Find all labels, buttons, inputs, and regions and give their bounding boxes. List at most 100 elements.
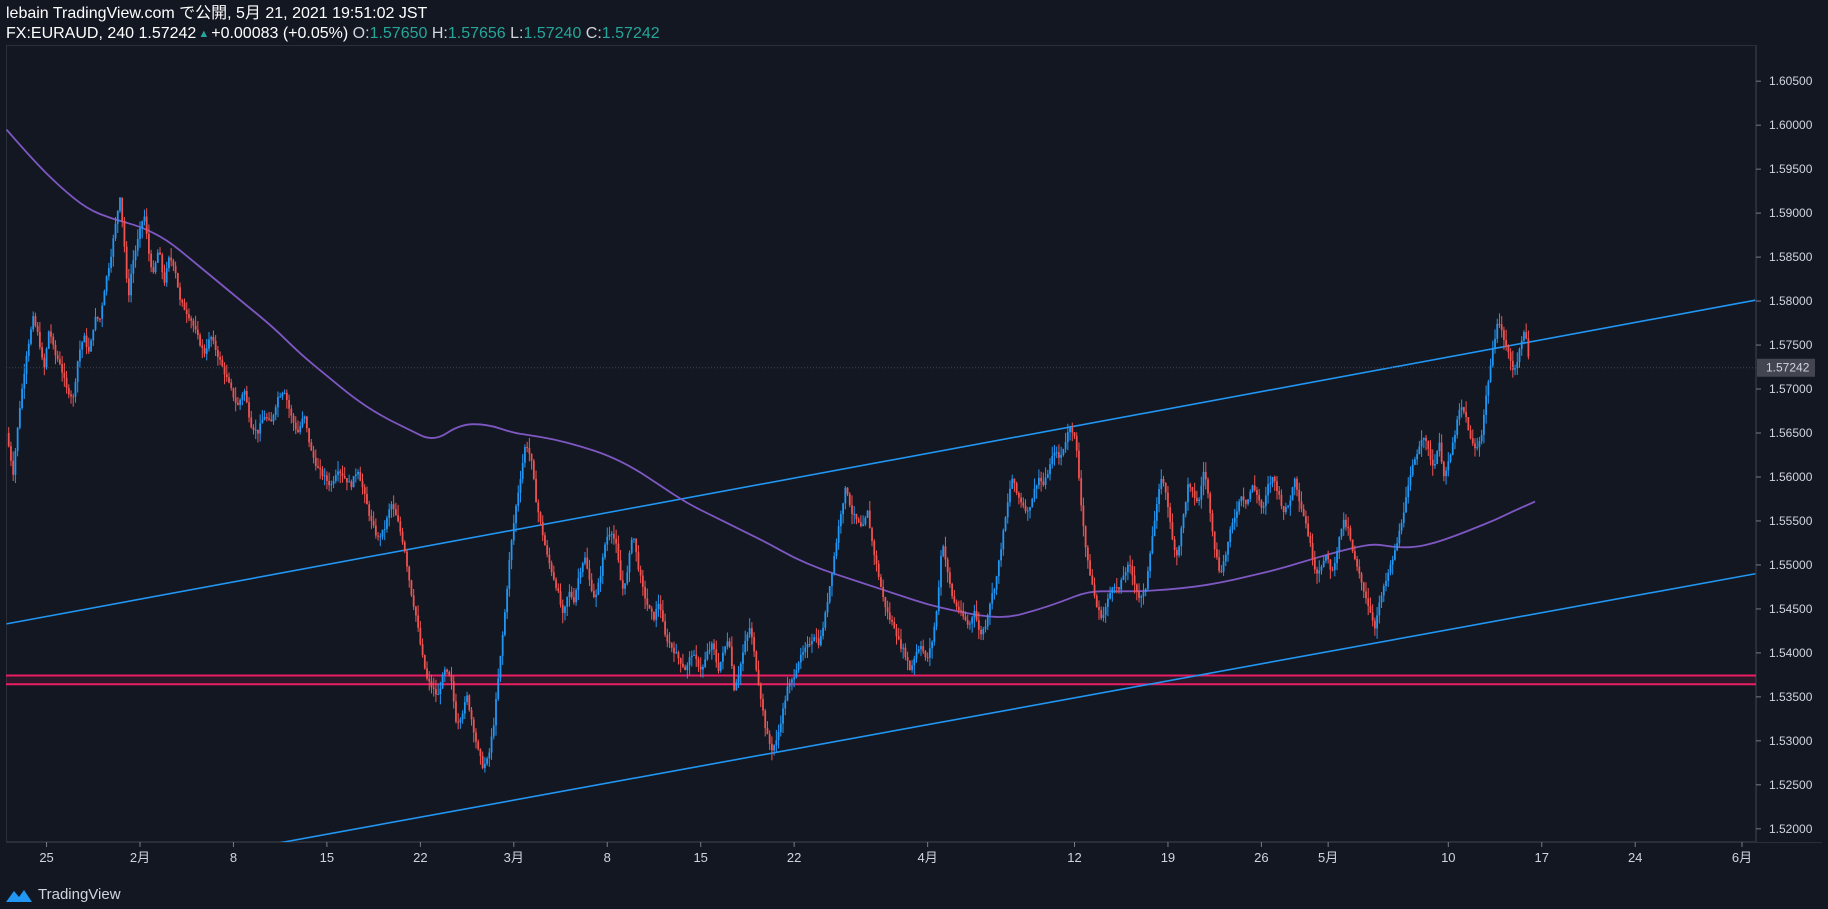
candle — [419, 620, 422, 646]
candle — [1467, 417, 1470, 431]
candle-body — [415, 606, 417, 616]
candle — [997, 559, 1000, 584]
candle — [613, 525, 615, 545]
candle-body — [150, 253, 153, 268]
price-axis[interactable]: 1.60500 1.60000 1.59500 1.59000 1.58500 1.580… — [1756, 74, 1813, 836]
candle-body — [270, 419, 273, 422]
channel-trendlines[interactable] — [6, 299, 1756, 846]
candle-body — [1162, 478, 1165, 483]
candle-body — [1022, 502, 1025, 506]
candle — [1389, 560, 1392, 576]
candle-body — [67, 387, 70, 395]
candle-body — [1009, 488, 1011, 503]
time-tick-label: 22 — [787, 850, 801, 865]
candle — [1015, 481, 1018, 496]
candle-body — [163, 272, 166, 283]
candle-body — [310, 442, 313, 451]
candle — [310, 438, 313, 451]
candle — [461, 710, 464, 724]
candle — [1280, 489, 1283, 510]
candle — [864, 515, 867, 527]
candle-body — [817, 638, 820, 646]
candle-body — [857, 519, 860, 523]
candle — [724, 645, 727, 656]
candle-body — [7, 433, 10, 447]
candle-body — [383, 528, 386, 530]
candle-body — [911, 665, 913, 671]
candle — [697, 656, 700, 672]
candle-body — [1411, 464, 1414, 476]
candle — [361, 473, 364, 495]
candle — [110, 248, 112, 273]
time-tick-label: 19 — [1161, 850, 1175, 865]
candle — [839, 510, 842, 534]
candle-body — [1042, 481, 1045, 486]
candle-body — [924, 651, 927, 658]
candle-body — [733, 665, 735, 691]
candle — [797, 661, 800, 673]
time-tick: 4月 — [918, 842, 938, 865]
candle-body — [673, 647, 675, 654]
candle-body — [1336, 551, 1338, 564]
candle — [811, 633, 813, 653]
candle-body — [797, 662, 800, 671]
price-tick: 1.52000 — [1756, 822, 1813, 836]
candle — [1129, 555, 1132, 574]
candle-body — [1131, 565, 1134, 576]
candle — [717, 652, 720, 674]
candle-body — [339, 471, 342, 474]
candle-body — [964, 616, 967, 621]
candle — [891, 615, 893, 626]
candle-body — [715, 649, 718, 663]
candle — [203, 344, 206, 358]
candle — [152, 260, 155, 274]
candle-body — [281, 393, 284, 397]
candle-body — [1358, 566, 1361, 574]
support-zone[interactable] — [6, 674, 1756, 686]
time-tick: 22 — [413, 842, 428, 865]
candle-body — [1302, 508, 1305, 517]
candle — [646, 588, 649, 612]
time-tick: 2月 — [130, 842, 150, 865]
candle — [991, 582, 994, 610]
price-tick: 1.59500 — [1756, 162, 1813, 176]
candle-body — [1327, 555, 1330, 560]
candle — [1264, 486, 1267, 515]
time-tick-label: 6月 — [1732, 850, 1752, 865]
candle — [980, 625, 982, 640]
candle — [1407, 477, 1410, 504]
candle — [270, 412, 273, 422]
candle — [59, 351, 61, 366]
candle-body — [1122, 575, 1125, 580]
candle-body — [490, 736, 493, 753]
candle-body — [32, 316, 35, 330]
price-chart[interactable]: 1.60500 1.60000 1.59500 1.59000 1.58500 1.580… — [0, 0, 1828, 909]
candle — [174, 261, 177, 279]
candle — [1244, 499, 1247, 509]
candle — [1147, 566, 1149, 592]
candle-body — [1331, 569, 1334, 571]
candle-body — [141, 221, 144, 229]
candle — [112, 234, 115, 267]
candle-body — [566, 597, 569, 607]
candle-body — [570, 591, 573, 598]
tradingview-logo-icon[interactable] — [6, 888, 32, 902]
time-axis[interactable]: 25 2月 8 15 22 3月 8 15 22 4月 12 19 26 5月 10 17 24 6月 — [39, 842, 1752, 865]
time-tick: 3月 — [504, 842, 524, 865]
candle-body — [708, 649, 711, 652]
candle-body — [36, 325, 39, 332]
candle-body — [159, 252, 161, 255]
candle-body — [297, 429, 299, 433]
candle-body — [314, 457, 317, 467]
candle — [1500, 316, 1503, 338]
candle-body — [112, 238, 115, 257]
candle-body — [148, 233, 150, 254]
candle — [639, 565, 642, 584]
candle-body — [862, 524, 865, 527]
candle — [1518, 347, 1521, 368]
candle-body — [392, 504, 395, 510]
candle-body — [900, 639, 902, 649]
candle — [1342, 512, 1345, 536]
candle — [212, 330, 215, 345]
candle-body — [403, 542, 406, 552]
